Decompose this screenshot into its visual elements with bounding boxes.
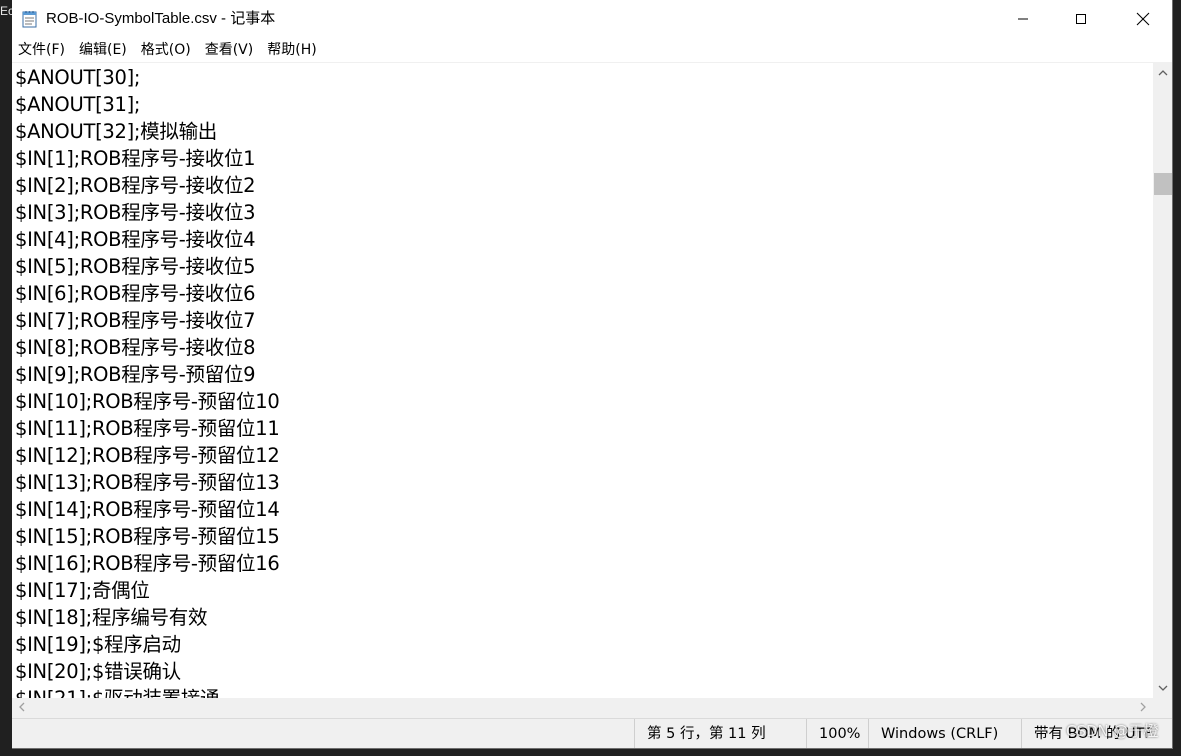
text-line: $ANOUT[30];	[15, 66, 141, 89]
desktop-background: Ec ROB-IO-SymbolTable.csv - 记事本 文件(F) 编辑…	[0, 0, 1181, 756]
text-line: $IN[17];奇偶位	[15, 579, 150, 602]
status-bar: 第 5 行，第 11 列 100% Windows (CRLF) 带有 BOM …	[12, 718, 1172, 748]
scroll-right-button[interactable]	[1133, 698, 1153, 718]
text-line: $IN[7];ROB程序号-接收位7	[15, 309, 256, 332]
maximize-icon	[1075, 13, 1087, 25]
scrollbar-corner	[1153, 698, 1172, 718]
watermark: CSDN @于橙	[1066, 722, 1159, 740]
vertical-scroll-thumb[interactable]	[1154, 173, 1172, 195]
text-line: $IN[14];ROB程序号-预留位14	[15, 498, 280, 521]
text-line: $IN[1];ROB程序号-接收位1	[15, 147, 256, 170]
cursor-position: 第 5 行，第 11 列	[634, 719, 806, 748]
scroll-down-button[interactable]	[1153, 678, 1172, 698]
text-line: $IN[9];ROB程序号-预留位9	[15, 363, 256, 386]
text-line: $IN[13];ROB程序号-预留位13	[15, 471, 280, 494]
menu-file[interactable]: 文件(F)	[12, 38, 72, 62]
text-line: $IN[16];ROB程序号-预留位16	[15, 552, 280, 575]
menu-bar: 文件(F) 编辑(E) 格式(O) 查看(V) 帮助(H)	[12, 38, 1172, 63]
text-line: $IN[21];$驱动装置接通	[15, 685, 279, 698]
text-line: $IN[3];ROB程序号-接收位3	[15, 201, 256, 224]
text-line: $IN[5];ROB程序号-接收位5	[15, 255, 256, 278]
title-bar[interactable]: ROB-IO-SymbolTable.csv - 记事本	[12, 0, 1172, 38]
text-editor-area[interactable]: $ANOUT[30]; $ANOUT[31]; $ANOUT[32];模拟输出 …	[12, 63, 1153, 698]
text-line: $ANOUT[32];模拟输出	[15, 120, 217, 143]
notepad-window: ROB-IO-SymbolTable.csv - 记事本 文件(F) 编辑(E)…	[12, 0, 1173, 749]
window-title: ROB-IO-SymbolTable.csv - 记事本	[46, 10, 276, 27]
text-lines: $ANOUT[30]; $ANOUT[31]; $ANOUT[32];模拟输出 …	[15, 64, 280, 698]
background-window-fragment: Ec	[0, 4, 12, 18]
text-line: $IN[20];$错误确认	[15, 660, 181, 683]
maximize-button[interactable]	[1052, 0, 1110, 38]
horizontal-scrollbar[interactable]	[12, 698, 1153, 718]
menu-help[interactable]: 帮助(H)	[260, 38, 323, 62]
scroll-left-button[interactable]	[12, 698, 32, 718]
close-button[interactable]	[1114, 0, 1172, 38]
text-line: $IN[2];ROB程序号-接收位2	[15, 174, 256, 197]
chevron-down-icon	[1158, 679, 1168, 697]
chevron-right-icon	[1139, 699, 1147, 717]
text-line: $ANOUT[31];	[15, 93, 141, 116]
text-line: $IN[15];ROB程序号-预留位15	[15, 525, 280, 548]
close-icon	[1136, 12, 1150, 26]
text-line: $IN[18];程序编号有效	[15, 606, 208, 629]
text-line: $IN[10];ROB程序号-预留位10	[15, 390, 280, 413]
menu-view[interactable]: 查看(V)	[198, 38, 261, 62]
chevron-left-icon	[18, 699, 26, 717]
text-line: $IN[12];ROB程序号-预留位12	[15, 444, 280, 467]
minimize-button[interactable]	[994, 0, 1052, 38]
text-line: $IN[19];$程序启动	[15, 633, 181, 656]
menu-edit[interactable]: 编辑(E)	[72, 38, 134, 62]
zoom-level: 100%	[806, 719, 868, 748]
text-line: $IN[4];ROB程序号-接收位4	[15, 228, 256, 251]
minimize-icon	[1017, 13, 1029, 25]
vertical-scrollbar[interactable]	[1153, 63, 1172, 698]
chevron-up-icon	[1158, 64, 1168, 82]
notepad-icon	[22, 10, 38, 28]
scroll-up-button[interactable]	[1153, 63, 1172, 83]
line-ending: Windows (CRLF)	[868, 719, 1021, 748]
text-line: $IN[11];ROB程序号-预留位11	[15, 417, 280, 440]
text-line: $IN[6];ROB程序号-接收位6	[15, 282, 256, 305]
menu-format[interactable]: 格式(O)	[134, 38, 198, 62]
text-line: $IN[8];ROB程序号-接收位8	[15, 336, 256, 359]
